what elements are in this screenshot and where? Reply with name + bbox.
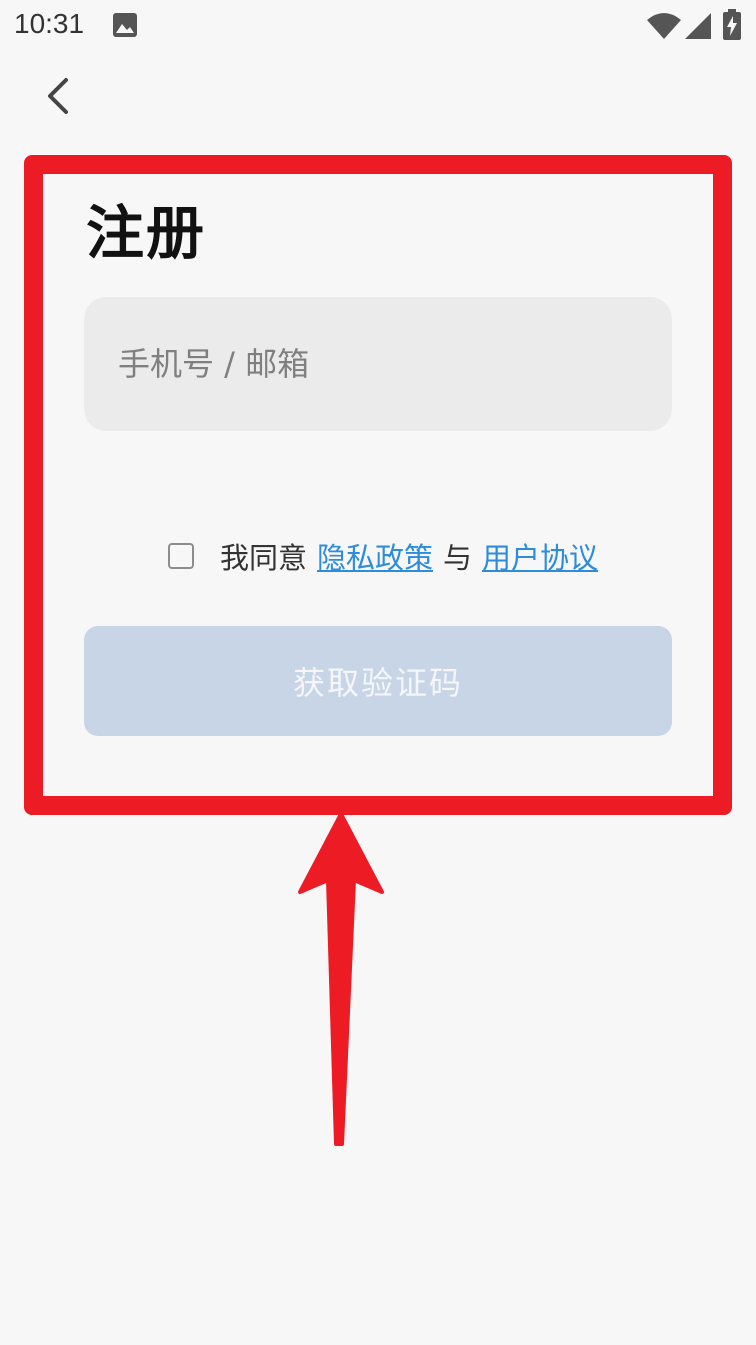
arrow-up-annotation — [298, 812, 384, 1146]
privacy-policy-link[interactable]: 隐私政策 — [317, 535, 433, 577]
agreement-conjunction: 与 — [443, 541, 473, 575]
back-button[interactable] — [36, 72, 84, 120]
account-input[interactable] — [84, 297, 672, 431]
register-form: 注册 我同意 隐私政策 与 用户协议 获取验证码 — [44, 174, 712, 796]
agreement-prefix: 我同意 — [220, 541, 308, 575]
agree-checkbox[interactable] — [168, 543, 194, 569]
agreement-row: 我同意 隐私政策 与 用户协议 — [168, 536, 598, 576]
page-title: 注册 — [86, 199, 207, 267]
get-verification-code-button[interactable]: 获取验证码 — [84, 626, 672, 736]
signal-icon — [685, 13, 711, 39]
wifi-icon — [647, 13, 681, 39]
status-bar: 10:31 — [0, 0, 756, 52]
chevron-left-icon — [48, 78, 68, 114]
status-time: 10:31 — [14, 8, 85, 39]
battery-charging-icon — [723, 9, 741, 40]
image-notification-icon — [113, 13, 137, 37]
user-agreement-link[interactable]: 用户协议 — [482, 535, 598, 577]
